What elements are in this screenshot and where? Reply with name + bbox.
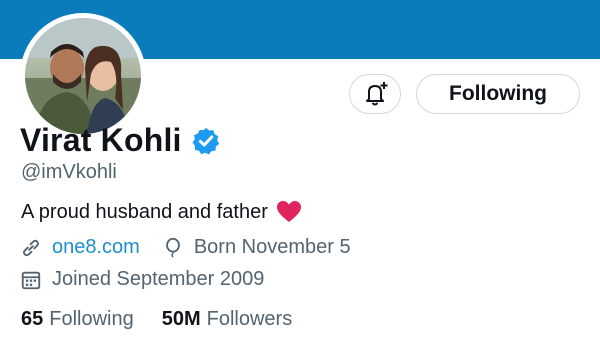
- followers-count: 50M: [161, 308, 201, 330]
- profile-avatar[interactable]: [20, 13, 146, 139]
- verified-badge-icon[interactable]: [191, 126, 221, 156]
- red-heart-emoji: [276, 201, 301, 222]
- balloon-icon: [165, 237, 180, 258]
- profile-name-row: Virat Kohli: [20, 122, 221, 159]
- profile-meta-row: one8.com Born November 5: [20, 236, 351, 259]
- following-button[interactable]: Following: [416, 74, 580, 114]
- profile-name: Virat Kohli: [20, 122, 182, 158]
- avatar-photo: [25, 18, 141, 134]
- followers-stat[interactable]: 50M Followers: [162, 308, 292, 331]
- following-stat-label: Following: [49, 308, 134, 330]
- profile-bio: A proud husband and father: [21, 200, 302, 224]
- notification-bell-plus-icon: [366, 82, 388, 106]
- bio-text: A proud husband and father: [21, 200, 268, 223]
- joined-text: Joined September 2009: [52, 268, 265, 290]
- link-icon: [22, 239, 40, 256]
- calendar-icon: [21, 271, 41, 289]
- birthday-text: Born November 5: [193, 236, 351, 258]
- profile-joined-row: Joined September 2009: [20, 268, 264, 291]
- followers-stat-label: Followers: [206, 308, 293, 330]
- following-stat[interactable]: 65 Following: [21, 308, 134, 331]
- following-count: 65: [21, 308, 44, 330]
- profile-stats: 65 Following 50M Followers: [21, 308, 292, 331]
- notification-bell-button[interactable]: [349, 74, 401, 114]
- profile-handle: @imVkohli: [21, 161, 117, 183]
- website-link[interactable]: one8.com: [52, 236, 140, 259]
